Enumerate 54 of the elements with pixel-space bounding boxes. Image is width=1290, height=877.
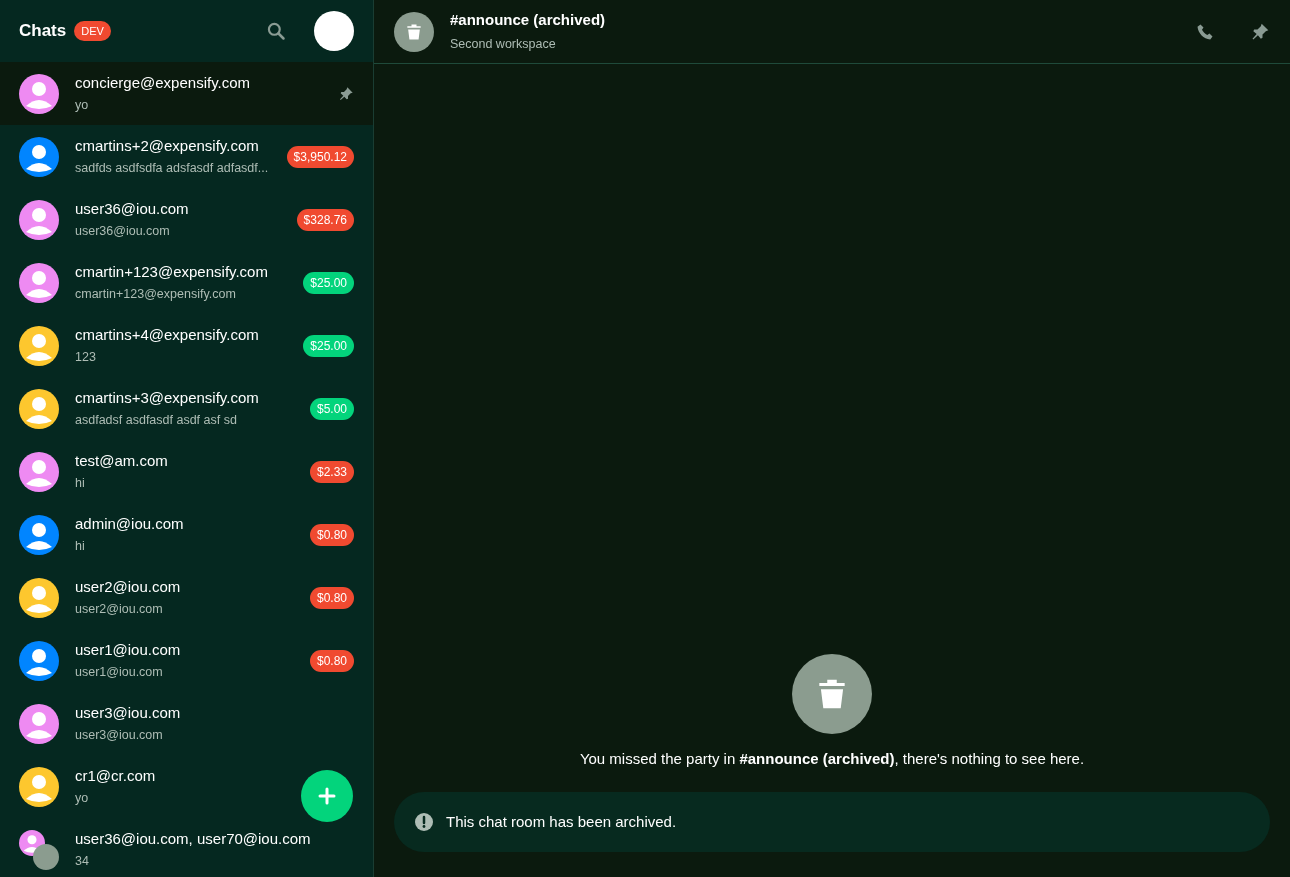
amount-badge: $0.80 <box>309 586 354 609</box>
chat-preview: user2@iou.com <box>75 601 163 619</box>
chat-list-item[interactable]: cr1@cr.com yo <box>0 755 373 818</box>
amount-badge: $5.00 <box>309 397 354 420</box>
chat-list-item[interactable]: admin@iou.com hi $0.80 <box>0 503 373 566</box>
chat-name: user2@iou.com <box>75 576 181 597</box>
chat-list-item[interactable]: user1@iou.com user1@iou.com $0.80 <box>0 629 373 692</box>
amount-badge: $25.00 <box>303 334 354 357</box>
chat-list-item[interactable]: concierge@expensify.com yo <box>0 62 373 125</box>
chat-name: user36@iou.com <box>75 198 189 219</box>
sidebar-title: Chats <box>19 20 67 43</box>
amount-badge: $0.80 <box>309 649 354 672</box>
chat-name: user3@iou.com <box>75 702 181 723</box>
chat-list-item[interactable]: cmartins+3@expensify.com asdfadsf asdfasdf asdf asf sd $5.00 <box>0 377 373 440</box>
chat-preview: 123 <box>75 349 96 367</box>
chat-name: user36@iou.com, user70@iou.com <box>75 828 311 849</box>
amount-badge: $25.00 <box>303 271 354 294</box>
chat-list-item[interactable]: user2@iou.com user2@iou.com $0.80 <box>0 566 373 629</box>
chat-list-item[interactable]: user36@iou.com, user70@iou.com 34 <box>0 818 373 877</box>
chat-preview: sadfds asdfsdfa adsfasdf adfasdf... <box>75 160 269 178</box>
chat-preview: cmartin+123@expensify.com <box>75 286 236 304</box>
chat-list-item[interactable]: user3@iou.com user3@iou.com <box>0 692 373 755</box>
chat-preview: user36@iou.com <box>75 223 170 241</box>
chat-name: cmartins+3@expensify.com <box>75 387 259 408</box>
chat-name: test@am.com <box>75 450 168 471</box>
chat-preview: user3@iou.com <box>75 727 163 745</box>
amount-badge: $0.80 <box>309 523 354 546</box>
chat-name: admin@iou.com <box>75 513 184 534</box>
amount-badge: $328.76 <box>296 208 354 231</box>
chat-preview: yo <box>75 97 89 115</box>
chat-name: user1@iou.com <box>75 639 181 660</box>
chat-list-item[interactable]: cmartins+4@expensify.com 123 $25.00 <box>0 314 373 377</box>
chat-name: cmartins+4@expensify.com <box>75 324 259 345</box>
empty-chat-message: You missed the party in #announce (archived), there's nothing to see here. <box>579 748 1085 769</box>
chat-title: #announce (archived) <box>450 10 607 31</box>
chat-name: concierge@expensify.com <box>75 72 251 93</box>
chat-preview: user1@iou.com <box>75 664 163 682</box>
chat-preview: asdfadsf asdfasdf asdf asf sd <box>75 412 237 430</box>
chat-name: cmartin+123@expensify.com <box>75 261 268 282</box>
chat-list-item[interactable]: cmartins+2@expensify.com sadfds asdfsdfa adsfasdf adfasdf... $3,950.12 <box>0 125 373 188</box>
amount-badge: $3,950.12 <box>286 145 354 168</box>
archived-notice-text: This chat room has been archived. <box>446 811 677 832</box>
chat-list-item[interactable]: cmartin+123@expensify.com cmartin+123@expensify.com $25.00 <box>0 251 373 314</box>
chat-subtitle: Second workspace <box>450 35 557 53</box>
environment-badge: DEV <box>74 20 111 42</box>
amount-badge: $2.33 <box>309 460 354 483</box>
chat-list-item[interactable]: test@am.com hi $2.33 <box>0 440 373 503</box>
chat-preview: hi <box>75 538 85 556</box>
chat-name: cmartins+2@expensify.com <box>75 135 259 156</box>
chat-preview: 34 <box>75 853 89 871</box>
chat-name: cr1@cr.com <box>75 765 156 786</box>
chat-list-item[interactable]: user36@iou.com user36@iou.com $328.76 <box>0 188 373 251</box>
chat-preview: hi <box>75 475 85 493</box>
chat-preview: yo <box>75 790 89 808</box>
